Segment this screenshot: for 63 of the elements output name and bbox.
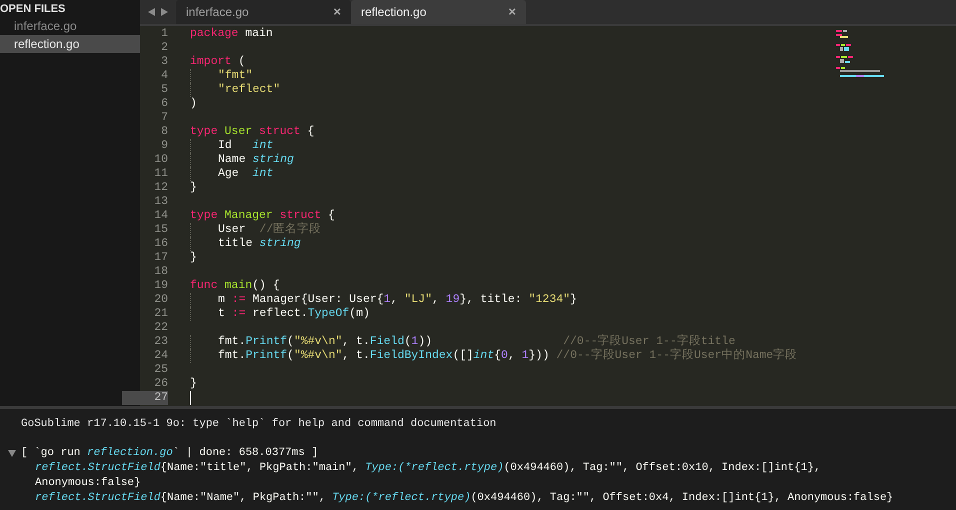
run-header: [ `go run reflection.go` | done: 658.0377ms ] bbox=[21, 446, 318, 460]
console-output-line: reflect.StructField{Name:"Name", PkgPath:"", Type:(*reflect.rtype)(0x494460), Tag:"", Offset:0x4, Index:[]int{1}, Anonymous:false} bbox=[35, 491, 894, 506]
code-line: func main() { bbox=[190, 279, 280, 293]
line-number: 7 bbox=[161, 111, 168, 125]
line-number: 27 bbox=[122, 391, 168, 405]
line-number: 17 bbox=[154, 251, 168, 265]
code-line: m := Manager{User: User{1, "LJ", 19}, title: "1234"} bbox=[190, 293, 577, 307]
line-number: 25 bbox=[154, 363, 168, 377]
line-number: 14 bbox=[154, 209, 168, 223]
line-number: 19 bbox=[154, 279, 168, 293]
line-number: 11 bbox=[154, 167, 168, 181]
line-number: 22 bbox=[154, 321, 168, 335]
line-number: 4 bbox=[161, 69, 168, 83]
line-number: 2 bbox=[161, 41, 168, 55]
open-file-item[interactable]: reflection.go bbox=[0, 35, 140, 53]
line-number: 26 bbox=[154, 377, 168, 391]
line-number: 10 bbox=[154, 153, 168, 167]
line-number: 20 bbox=[154, 293, 168, 307]
code-line: title string bbox=[190, 237, 301, 251]
code-line: Age int bbox=[190, 167, 274, 181]
code-line: type Manager struct { bbox=[190, 209, 335, 222]
console-output-line: reflect.StructField{Name:"title", PkgPath:"main", Type:(*reflect.rtype)(0x494460), Tag:"", Offset:0x10, Index:[]int{1}, bbox=[35, 461, 822, 476]
line-number: 12 bbox=[154, 181, 168, 195]
code-line: ) bbox=[190, 97, 197, 111]
open-file-item[interactable]: inferface.go bbox=[0, 17, 140, 35]
code-line: type User struct { bbox=[190, 125, 314, 139]
right-arrow-icon[interactable] bbox=[161, 8, 168, 16]
line-number: 1 bbox=[161, 27, 168, 41]
code-line: Name string bbox=[190, 153, 294, 167]
line-number: 6 bbox=[161, 97, 168, 111]
line-number: 5 bbox=[161, 83, 168, 97]
line-number: 24 bbox=[154, 349, 168, 363]
line-number: 3 bbox=[161, 55, 168, 69]
code-line: package main bbox=[190, 27, 273, 41]
file-tab[interactable]: inferface.go × bbox=[176, 0, 351, 24]
collapse-triangle-icon[interactable] bbox=[8, 450, 16, 456]
code-line: } bbox=[190, 251, 197, 265]
sidebar-header: OPEN FILES bbox=[0, 2, 66, 17]
code-line: fmt.Printf("%#v\n", t.FieldByIndex([]int{0, 1})) //0--字段User 1--字段User中的Name字段 bbox=[190, 349, 798, 363]
console-banner-text: GoSublime r17.10.15-1 9o: type `help` for help and command documentation bbox=[20, 417, 498, 431]
code-line: "fmt" bbox=[190, 69, 253, 83]
line-number: 18 bbox=[154, 265, 168, 279]
code-line: } bbox=[190, 377, 197, 391]
line-number: 15 bbox=[154, 223, 168, 237]
file-tab[interactable]: reflection.go × bbox=[351, 0, 526, 24]
line-number: 9 bbox=[161, 139, 168, 153]
code-line: Id int bbox=[190, 139, 274, 153]
code-line: User //匿名字段 bbox=[190, 223, 322, 237]
code-line: import ( bbox=[190, 55, 246, 69]
code-line: t := reflect.TypeOf(m) bbox=[190, 307, 370, 321]
left-arrow-icon[interactable] bbox=[148, 8, 155, 16]
close-icon[interactable]: × bbox=[508, 2, 516, 22]
console-output-line: Anonymous:false} bbox=[35, 476, 142, 491]
code-line: } bbox=[190, 181, 197, 195]
line-number: 8 bbox=[161, 125, 168, 139]
code-line: "reflect" bbox=[190, 83, 280, 97]
text-cursor bbox=[190, 391, 191, 405]
line-number: 21 bbox=[154, 307, 168, 321]
line-number: 23 bbox=[154, 335, 168, 349]
line-number: 16 bbox=[154, 237, 168, 251]
close-icon[interactable]: × bbox=[333, 2, 341, 22]
line-number: 13 bbox=[154, 195, 168, 209]
code-line: fmt.Printf("%#v\n", t.Field(1)) //0--字段User 1--字段title bbox=[190, 335, 736, 349]
